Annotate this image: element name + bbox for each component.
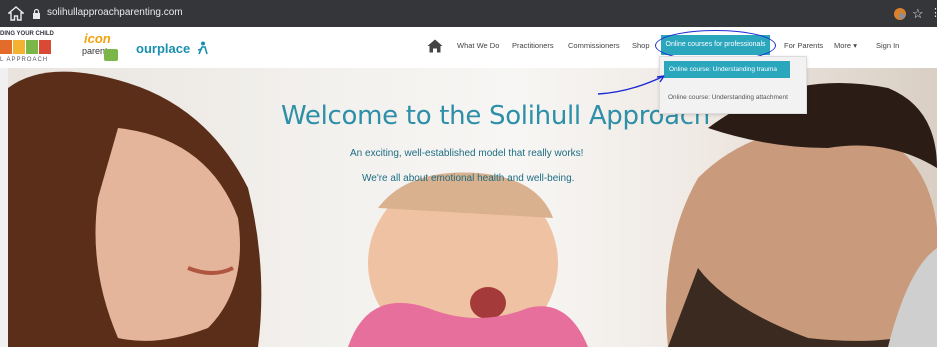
star-icon[interactable]: ☆ [912,6,924,22]
solihull-logo[interactable]: DING YOUR CHILD L APPROACH [0,31,60,65]
nav-practitioners[interactable]: Practitioners [512,41,554,50]
dropdown-item-attachment[interactable]: Online course: Understanding attachment [668,94,788,101]
logo-text-top: DING YOUR CHILD [0,31,54,37]
hero-left-border [0,68,8,347]
logo-leaf [104,49,118,61]
extension-icon[interactable] [893,7,907,21]
logo-text-bottom: L APPROACH [0,57,49,63]
icon-parent-logo[interactable]: icon parent [80,31,120,65]
nav-more-label: More [834,41,852,50]
menu-icon[interactable]: ⋮ [930,6,937,19]
home-icon[interactable] [8,6,24,21]
nav-sign-in[interactable]: Sign In [876,41,899,50]
logo-icon-word: icon [84,31,111,46]
ourplace-logo[interactable]: ourplace [136,41,208,56]
nav-home-icon[interactable] [427,39,443,53]
hero-subtitle-2: We're all about emotional health and wel… [362,173,575,184]
nav-commissioners[interactable]: Commissioners [568,41,620,50]
annotation-arrow [597,75,665,95]
nav-for-parents[interactable]: For Parents [784,41,823,50]
courses-dropdown: Online course: Understanding trauma Onli… [659,56,807,114]
hero-subtitle-1: An exciting, well-established model that… [350,148,584,159]
caret-down-icon: ▾ [853,41,857,50]
address-bar-url[interactable]: solihullapproachparenting.com [47,7,183,18]
ourplace-text: ourplace [136,41,191,56]
person-icon [197,41,208,55]
hero-title: Welcome to the Solihull Approach [281,101,710,131]
lock-icon[interactable] [32,8,41,19]
dropdown-item-trauma[interactable]: Online course: Understanding trauma [664,61,790,78]
nav-more[interactable]: More ▾ [834,41,857,50]
nav-shop[interactable]: Shop [632,41,650,50]
nav-what-we-do[interactable]: What We Do [457,41,499,50]
browser-toolbar: solihullapproachparenting.com ☆ ⋮ [0,0,937,27]
